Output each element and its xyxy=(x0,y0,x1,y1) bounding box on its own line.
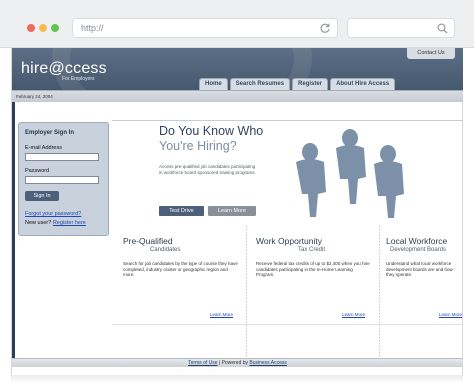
address-bar[interactable]: http:// xyxy=(72,18,338,38)
col2-body: Receive federal tax credits of up to $2,… xyxy=(256,261,370,277)
hero-title: Do You Know Who xyxy=(159,124,264,138)
business-access-link[interactable]: Business Access xyxy=(249,360,287,366)
close-window-button[interactable] xyxy=(27,24,35,32)
site-header: hire@ccess For Employers Contact Us Home… xyxy=(12,48,463,90)
browser-search-bar[interactable] xyxy=(347,18,455,38)
hero-top-rule xyxy=(112,120,463,121)
minimize-window-button[interactable] xyxy=(39,24,47,32)
contact-us-link[interactable]: Contact Us xyxy=(407,48,455,59)
register-here-link[interactable]: Register here xyxy=(53,220,86,226)
url-text: http:// xyxy=(81,23,104,33)
current-date: February 24, 2004 xyxy=(16,94,53,99)
column-divider xyxy=(379,226,380,358)
left-accent-stripe xyxy=(12,102,15,360)
powered-by-text: | Powered by xyxy=(218,360,248,366)
col2-title: Work Opportunity xyxy=(256,236,322,246)
new-user-label: New user? xyxy=(25,220,52,226)
signin-button[interactable]: Sign In xyxy=(25,191,59,201)
signin-title: Employer Sign In xyxy=(25,130,75,136)
col1-learn-more-link[interactable]: Learn More xyxy=(210,312,233,317)
hero-subtitle: You're Hiring? xyxy=(159,139,237,153)
reload-icon[interactable] xyxy=(319,22,331,34)
site-footer: Terms of Use | Powered by Business Acces… xyxy=(12,358,463,367)
password-label: Password xyxy=(25,168,50,174)
col3-subtitle: Development Boards xyxy=(390,247,447,253)
email-field[interactable] xyxy=(25,153,99,161)
col3-title: Local Workforce xyxy=(386,236,448,246)
date-bar: February 24, 2004 xyxy=(12,90,463,102)
col1-body: Search for job candidates by the type of… xyxy=(123,261,238,277)
email-label: E-mail Address xyxy=(25,145,62,151)
hero-description: Access pre-qualified job candidates part… xyxy=(159,164,256,175)
col1-title: Pre-Qualified xyxy=(123,236,173,246)
col1-subtitle: Candidates xyxy=(150,247,181,253)
search-icon xyxy=(437,23,448,34)
terms-of-use-link[interactable]: Terms of Use xyxy=(188,360,217,366)
col3-body: Understand what local workforce developm… xyxy=(386,261,453,277)
nav-home[interactable]: Home xyxy=(199,78,228,90)
nav-search-resumes[interactable]: Search Resumes xyxy=(229,78,291,90)
people-silhouettes-image xyxy=(296,129,404,218)
nav-register[interactable]: Register xyxy=(292,78,329,90)
content-bottom-rule xyxy=(112,324,463,325)
employer-signin-panel: Employer Sign In E-mail Address Password… xyxy=(18,122,109,236)
page-bottom-shadow xyxy=(11,375,463,383)
browser-toolbar: http:// xyxy=(0,0,474,48)
nav-about[interactable]: About Hire Access xyxy=(330,78,396,90)
column-divider xyxy=(246,226,247,358)
logo-tagline: For Employers xyxy=(62,76,95,82)
learn-more-button[interactable]: Learn More xyxy=(208,206,256,216)
forgot-password-link[interactable]: Forgot your password? xyxy=(25,211,81,217)
col3-learn-more-link[interactable]: Learn More xyxy=(439,312,462,317)
password-field[interactable] xyxy=(25,176,99,184)
web-page: hire@ccess For Employers Contact Us Home… xyxy=(11,48,463,375)
col2-subtitle: Tax Credit xyxy=(298,247,326,253)
new-user-line: New user? Register here xyxy=(25,220,86,226)
maximize-window-button[interactable] xyxy=(51,24,59,32)
test-drive-button[interactable]: Test Drive xyxy=(159,206,204,216)
main-nav: Home Search Resumes Register About Hire … xyxy=(199,78,396,90)
col2-learn-more-link[interactable]: Learn More xyxy=(342,312,365,317)
